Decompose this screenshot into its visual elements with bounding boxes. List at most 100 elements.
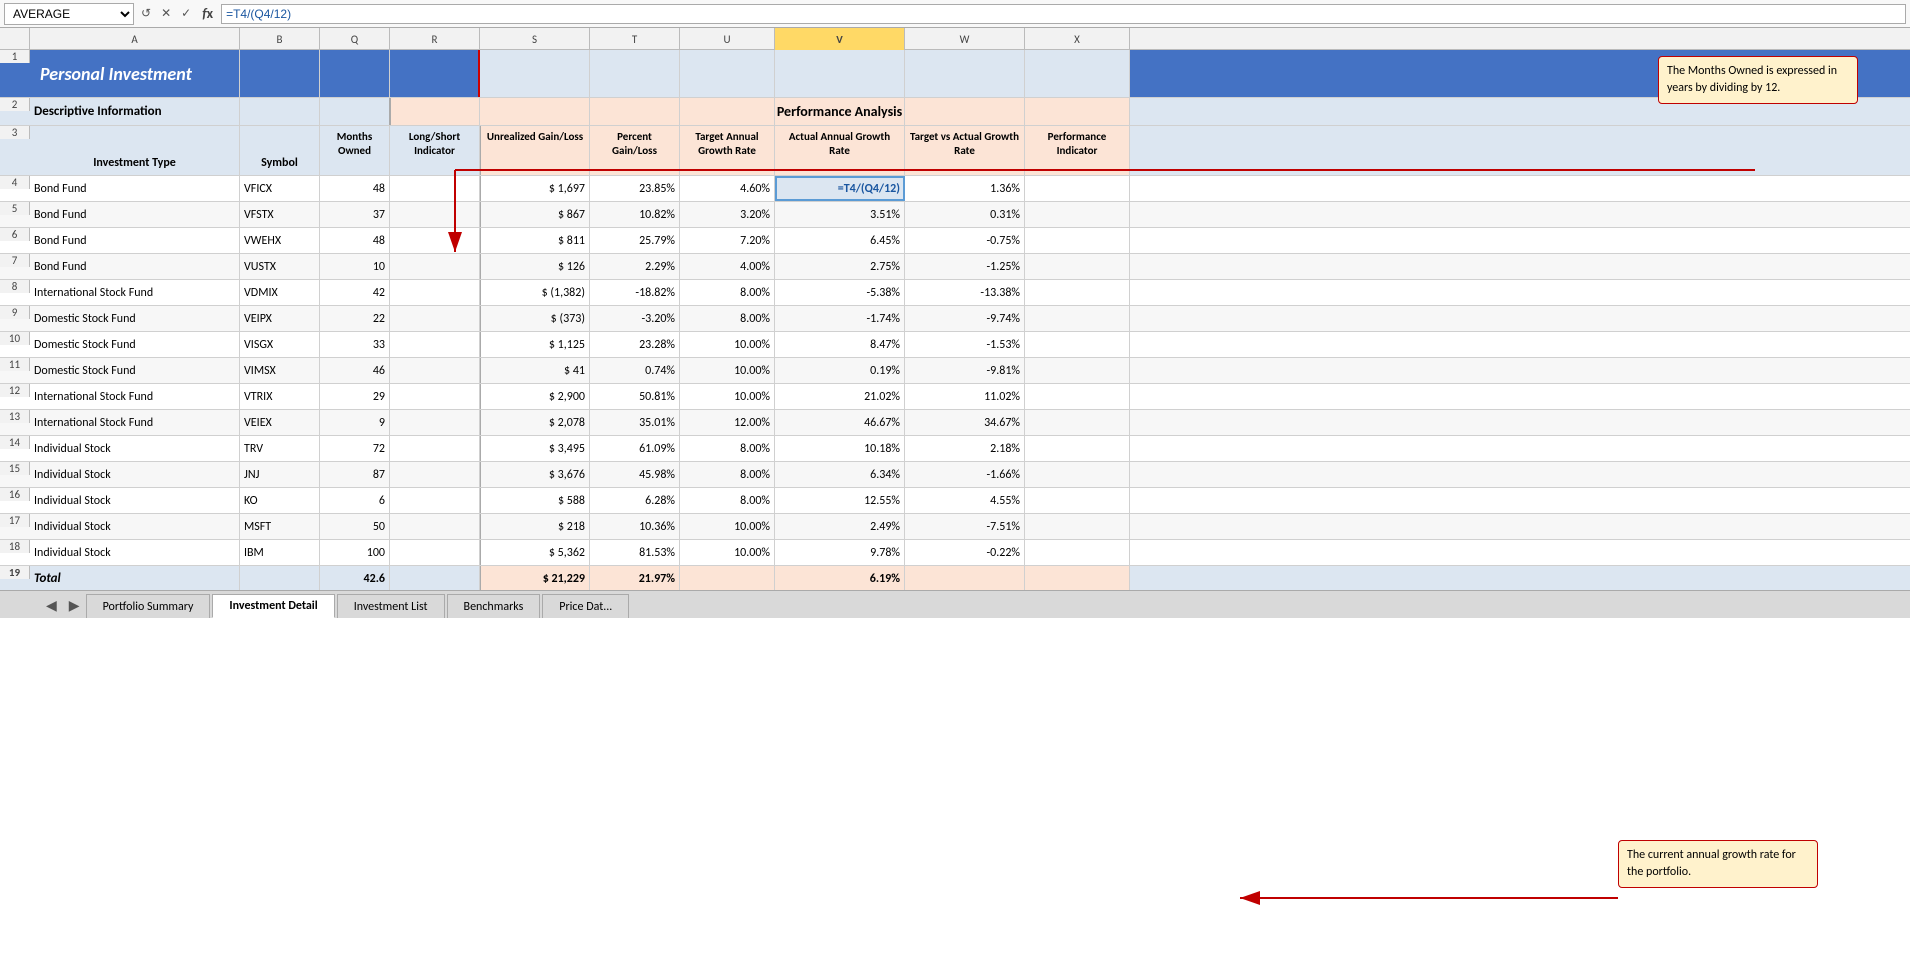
- cell-T9[interactable]: -3.20%: [590, 306, 680, 331]
- cell-T7[interactable]: 2.29%: [590, 254, 680, 279]
- col-header-T[interactable]: T: [590, 28, 680, 50]
- cell-S14[interactable]: $ 3,495: [480, 436, 590, 461]
- cell-T17[interactable]: 10.36%: [590, 514, 680, 539]
- cell-X7[interactable]: [1025, 254, 1130, 279]
- cell-Q16[interactable]: 6: [320, 488, 390, 513]
- cell-W12[interactable]: 11.02%: [905, 384, 1025, 409]
- cell-Q11[interactable]: 46: [320, 358, 390, 383]
- cell-V18[interactable]: 9.78%: [775, 540, 905, 565]
- cell-W6[interactable]: -0.75%: [905, 228, 1025, 253]
- cell-Q12[interactable]: 29: [320, 384, 390, 409]
- cell-A7[interactable]: Bond Fund: [30, 254, 240, 279]
- cell-V11[interactable]: 0.19%: [775, 358, 905, 383]
- cell-A6[interactable]: Bond Fund: [30, 228, 240, 253]
- cell-S9[interactable]: $ (373): [480, 306, 590, 331]
- cell-R6[interactable]: [390, 228, 480, 253]
- tab-price-data[interactable]: Price Dat...: [542, 594, 629, 618]
- cell-R11[interactable]: [390, 358, 480, 383]
- cell-V9[interactable]: -1.74%: [775, 306, 905, 331]
- cell-U11[interactable]: 10.00%: [680, 358, 775, 383]
- cell-A18[interactable]: Individual Stock: [30, 540, 240, 565]
- cell-A12[interactable]: International Stock Fund: [30, 384, 240, 409]
- cell-T13[interactable]: 35.01%: [590, 410, 680, 435]
- cell-W4[interactable]: 1.36%: [905, 176, 1025, 201]
- cell-U12[interactable]: 10.00%: [680, 384, 775, 409]
- cell-R5[interactable]: [390, 202, 480, 227]
- cell-V6[interactable]: 6.45%: [775, 228, 905, 253]
- cell-R4[interactable]: [390, 176, 480, 201]
- cell-U13[interactable]: 12.00%: [680, 410, 775, 435]
- cell-R7[interactable]: [390, 254, 480, 279]
- cell-S16[interactable]: $ 588: [480, 488, 590, 513]
- tab-benchmarks[interactable]: Benchmarks: [447, 594, 541, 618]
- cell-U4[interactable]: 4.60%: [680, 176, 775, 201]
- cell-T11[interactable]: 0.74%: [590, 358, 680, 383]
- cell-Q13[interactable]: 9: [320, 410, 390, 435]
- cell-U14[interactable]: 8.00%: [680, 436, 775, 461]
- cell-V16[interactable]: 12.55%: [775, 488, 905, 513]
- cell-T16[interactable]: 6.28%: [590, 488, 680, 513]
- cell-X10[interactable]: [1025, 332, 1130, 357]
- cell-B16[interactable]: KO: [240, 488, 320, 513]
- cell-W8[interactable]: -13.38%: [905, 280, 1025, 305]
- cell-S6[interactable]: $ 811: [480, 228, 590, 253]
- cell-R18[interactable]: [390, 540, 480, 565]
- col-header-R[interactable]: R: [390, 28, 480, 50]
- cell-R15[interactable]: [390, 462, 480, 487]
- cell-R8[interactable]: [390, 280, 480, 305]
- cell-X8[interactable]: [1025, 280, 1130, 305]
- cell-Q5[interactable]: 37: [320, 202, 390, 227]
- cell-B9[interactable]: VEIPX: [240, 306, 320, 331]
- cell-T15[interactable]: 45.98%: [590, 462, 680, 487]
- cell-R10[interactable]: [390, 332, 480, 357]
- cell-R12[interactable]: [390, 384, 480, 409]
- cell-R9[interactable]: [390, 306, 480, 331]
- cell-T4[interactable]: 23.85%: [590, 176, 680, 201]
- cancel-icon[interactable]: ✕: [158, 6, 174, 21]
- cell-V4[interactable]: =T4/(Q4/12): [775, 176, 905, 201]
- cell-R13[interactable]: [390, 410, 480, 435]
- cell-B5[interactable]: VFSTX: [240, 202, 320, 227]
- cell-B11[interactable]: VIMSX: [240, 358, 320, 383]
- cell-W7[interactable]: -1.25%: [905, 254, 1025, 279]
- cell-B8[interactable]: VDMIX: [240, 280, 320, 305]
- cell-Q6[interactable]: 48: [320, 228, 390, 253]
- cell-B12[interactable]: VTRIX: [240, 384, 320, 409]
- col-header-Q[interactable]: Q: [320, 28, 390, 50]
- cell-B13[interactable]: VEIEX: [240, 410, 320, 435]
- cell-U10[interactable]: 10.00%: [680, 332, 775, 357]
- cell-T18[interactable]: 81.53%: [590, 540, 680, 565]
- cell-Q14[interactable]: 72: [320, 436, 390, 461]
- col-header-W[interactable]: W: [905, 28, 1025, 50]
- cell-X4[interactable]: [1025, 176, 1130, 201]
- cell-A4[interactable]: Bond Fund: [30, 176, 240, 201]
- cell-A10[interactable]: Domestic Stock Fund: [30, 332, 240, 357]
- tab-nav-left[interactable]: ◀: [40, 593, 63, 618]
- cell-Q9[interactable]: 22: [320, 306, 390, 331]
- cell-Q15[interactable]: 87: [320, 462, 390, 487]
- cell-X13[interactable]: [1025, 410, 1130, 435]
- cell-B10[interactable]: VISGX: [240, 332, 320, 357]
- cell-U16[interactable]: 8.00%: [680, 488, 775, 513]
- tab-investment-detail[interactable]: Investment Detail: [212, 594, 334, 618]
- col-header-V[interactable]: V: [775, 28, 905, 50]
- undo-icon[interactable]: ↺: [138, 6, 154, 21]
- cell-B17[interactable]: MSFT: [240, 514, 320, 539]
- cell-W15[interactable]: -1.66%: [905, 462, 1025, 487]
- cell-Q7[interactable]: 10: [320, 254, 390, 279]
- cell-U18[interactable]: 10.00%: [680, 540, 775, 565]
- cell-B4[interactable]: VFICX: [240, 176, 320, 201]
- cell-X11[interactable]: [1025, 358, 1130, 383]
- cell-S12[interactable]: $ 2,900: [480, 384, 590, 409]
- cell-V15[interactable]: 6.34%: [775, 462, 905, 487]
- cell-X16[interactable]: [1025, 488, 1130, 513]
- cell-T5[interactable]: 10.82%: [590, 202, 680, 227]
- cell-A13[interactable]: International Stock Fund: [30, 410, 240, 435]
- cell-V10[interactable]: 8.47%: [775, 332, 905, 357]
- cell-A5[interactable]: Bond Fund: [30, 202, 240, 227]
- cell-W14[interactable]: 2.18%: [905, 436, 1025, 461]
- cell-W11[interactable]: -9.81%: [905, 358, 1025, 383]
- cell-B18[interactable]: IBM: [240, 540, 320, 565]
- cell-T12[interactable]: 50.81%: [590, 384, 680, 409]
- cell-S18[interactable]: $ 5,362: [480, 540, 590, 565]
